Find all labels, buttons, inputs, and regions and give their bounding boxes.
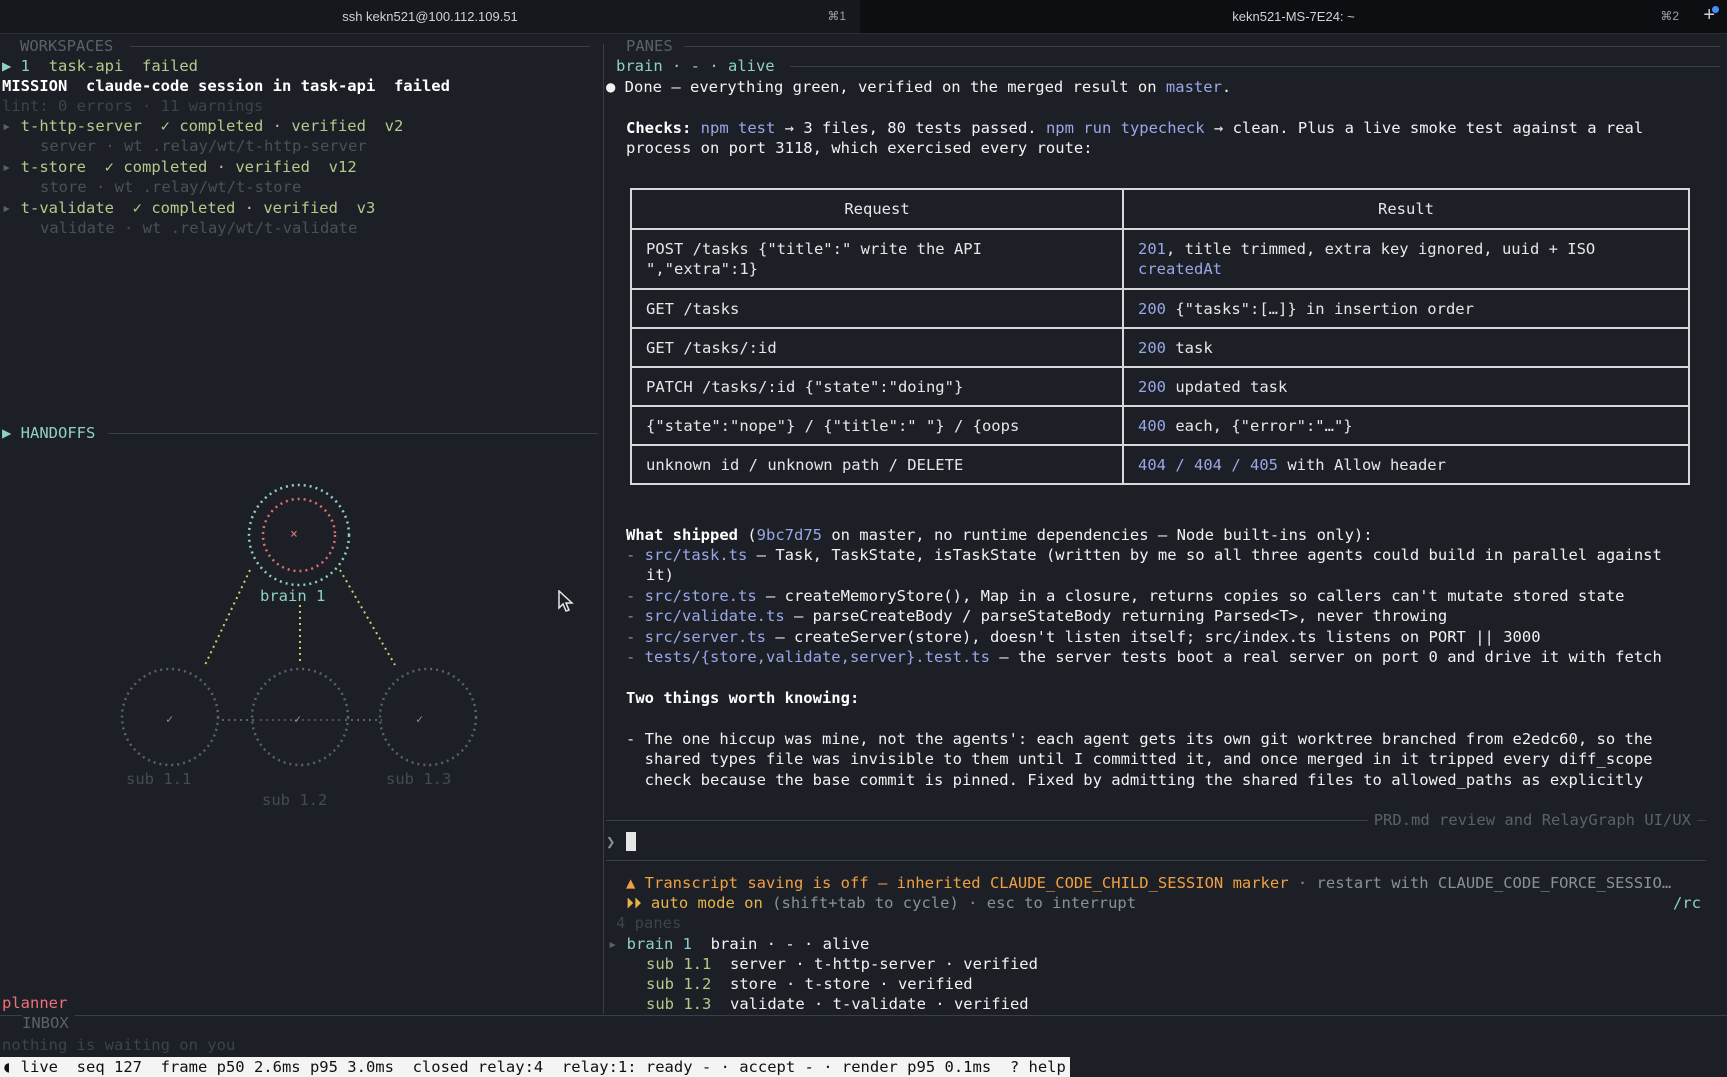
divider (790, 66, 1720, 67)
sub-node-3 (378, 667, 478, 767)
list-item: - src/validate.ts — parseCreateBody / pa… (626, 607, 1448, 625)
pane-title[interactable]: brain · - · alive (616, 56, 775, 76)
task-row[interactable]: ▸ t-validate ✓ completed · verified v3 (2, 198, 375, 218)
task-detail: validate · wt .relay/wt/t-validate (40, 219, 358, 237)
edge-brain-sub1 (204, 569, 251, 666)
brain-node-inner (261, 497, 337, 573)
table-row: GET /tasks/:id 200 task (630, 327, 1690, 368)
done-message: ● Done — everything green, verified on t… (606, 78, 1232, 96)
divider (130, 46, 590, 47)
prompt-input[interactable] (626, 832, 636, 851)
divider (606, 860, 1706, 861)
inbox-text: nothing is waiting on you (2, 1036, 236, 1054)
prompt-symbol: ❯ (606, 833, 616, 851)
result-cell: 201, title trimmed, extra key ignored, u… (1122, 228, 1690, 290)
result-cell: 400 each, {"error":"…"} (1122, 405, 1690, 446)
warning-line: ▲ Transcript saving is off — inherited C… (626, 874, 1672, 892)
status-bar: ◖ live seq 127 frame p50 2.6ms p95 3.0ms… (0, 1057, 1070, 1077)
paragraph-line: - The one hiccup was mine, not the agent… (626, 730, 1653, 748)
paragraph-line: check because the base commit is pinned.… (626, 771, 1644, 789)
list-item-continuation: it) (646, 566, 674, 584)
tab-title: kekn521-MS-7E24: ~ (1232, 9, 1355, 24)
divider (0, 1015, 1727, 1016)
pane-list-item[interactable]: ▸ brain 1 brain · - · alive (608, 934, 869, 954)
list-item: - src/store.ts — createMemoryStore(), Ma… (626, 587, 1625, 605)
table-row: GET /tasks 200 {"tasks":[…]} in insertio… (630, 288, 1690, 329)
checks-line: process on port 3118, which exercised ev… (626, 139, 1093, 157)
edge-brain-sub3 (339, 569, 396, 666)
result-cell: 200 updated task (1122, 366, 1690, 407)
paragraph-line: shared types file was invisible to them … (626, 750, 1653, 768)
column-header: Result (1122, 188, 1690, 230)
panes-count: 4 panes (616, 914, 682, 932)
task-row[interactable]: ▸ t-http-server ✓ completed · verified v… (2, 116, 403, 136)
table-header-row: Request Result (630, 188, 1690, 230)
tab-ssh[interactable]: ssh kekn521@100.112.109.51 ⌘1 (0, 0, 860, 33)
list-item: - src/server.ts — createServer(store), d… (626, 628, 1541, 646)
task-detail: store · wt .relay/wt/t-store (40, 178, 302, 196)
workspaces-header: WORKSPACES (20, 37, 114, 55)
task-detail: server · wt .relay/wt/t-http-server (40, 137, 367, 155)
list-item: - src/task.ts — Task, TaskState, isTaskS… (626, 546, 1662, 564)
pane-divider[interactable] (603, 44, 604, 1014)
section-heading: Two things worth knowing: (626, 689, 860, 707)
checks-line: Checks: npm test → 3 files, 80 tests pas… (626, 119, 1644, 137)
brain-fail-icon: × (290, 527, 298, 542)
shipped-heading: What shipped (9bc7d75 on master, no runt… (626, 526, 1373, 544)
check-icon: ✓ (416, 712, 424, 726)
task-row[interactable]: ▸ t-store ✓ completed · verified v12 (2, 157, 357, 177)
tab-local[interactable]: kekn521-MS-7E24: ~ ⌘2 (860, 0, 1727, 33)
list-item: - tests/{store,validate,server}.test.ts … (626, 648, 1662, 666)
table-row: POST /tasks {"title":" write the API ","e… (630, 228, 1690, 290)
notification-dot (1712, 6, 1719, 13)
tab-title: ssh kekn521@100.112.109.51 (342, 9, 518, 24)
request-cell: POST /tasks {"title":" write the API ","e… (630, 228, 1124, 290)
tab-shortcut: ⌘1 (827, 9, 846, 23)
result-cell: 404 / 404 / 405 with Allow header (1122, 444, 1690, 485)
sub-node-label[interactable]: sub 1.2 (262, 790, 327, 810)
mission-row: MISSION claude-code session in task-api … (2, 77, 450, 95)
tab-shortcut: ⌘2 (1660, 9, 1679, 23)
sub-node-label[interactable]: sub 1.3 (386, 769, 451, 789)
session-title: PRD.md review and RelayGraph UI/UX (1367, 810, 1697, 830)
panes-header: PANES (626, 37, 673, 55)
table-row: {"state":"nope"} / {"title":" "} / {oops… (630, 405, 1690, 446)
planner-label: planner (2, 994, 68, 1012)
mouse-cursor-icon (558, 590, 574, 612)
column-header: Request (630, 188, 1124, 230)
pane-list-item[interactable]: sub 1.1 server · t-http-server · verifie… (646, 954, 1038, 974)
auto-mode-line: ⏵⏵ auto mode on (shift+tab to cycle) · e… (626, 894, 1137, 912)
inbox-header: INBOX (22, 1013, 75, 1033)
pane-list-item[interactable]: sub 1.2 store · t-store · verified (646, 974, 973, 994)
request-cell: {"state":"nope"} / {"title":" "} / {oops (630, 405, 1124, 446)
request-cell: GET /tasks (630, 288, 1124, 329)
handoff-graph (120, 483, 478, 767)
result-cell: 200 task (1122, 327, 1690, 368)
lint-status: lint: 0 errors · 11 warnings (2, 97, 264, 115)
table-row: PATCH /tasks/:id {"state":"doing"} 200 u… (630, 366, 1690, 407)
pane-list-item[interactable]: sub 1.3 validate · t-validate · verified (646, 994, 1029, 1014)
new-tab-button[interactable]: + (1703, 0, 1715, 31)
check-icon: ✓ (166, 712, 174, 726)
tab-bar: ssh kekn521@100.112.109.51 ⌘1 kekn521-MS… (0, 0, 1727, 34)
request-cell: unknown id / unknown path / DELETE (630, 444, 1124, 485)
table-row: unknown id / unknown path / DELETE 404 /… (630, 444, 1690, 485)
request-cell: GET /tasks/:id (630, 327, 1124, 368)
request-cell: PATCH /tasks/:id {"state":"doing"} (630, 366, 1124, 407)
result-cell: 200 {"tasks":[…]} in insertion order (1122, 288, 1690, 329)
divider (108, 433, 598, 434)
brain-node-label[interactable]: brain 1 (260, 586, 325, 606)
rc-indicator: /rc (1673, 894, 1701, 912)
handoffs-header[interactable]: ▶ HANDOFFS (2, 423, 95, 443)
divider (684, 46, 1720, 47)
results-table: Request Result POST /tasks {"title":" wr… (630, 188, 1690, 485)
check-icon: ✓ (294, 712, 302, 726)
sub-node-label[interactable]: sub 1.1 (126, 769, 191, 789)
workspace-row[interactable]: ▶ 1 task-api failed (2, 56, 198, 76)
